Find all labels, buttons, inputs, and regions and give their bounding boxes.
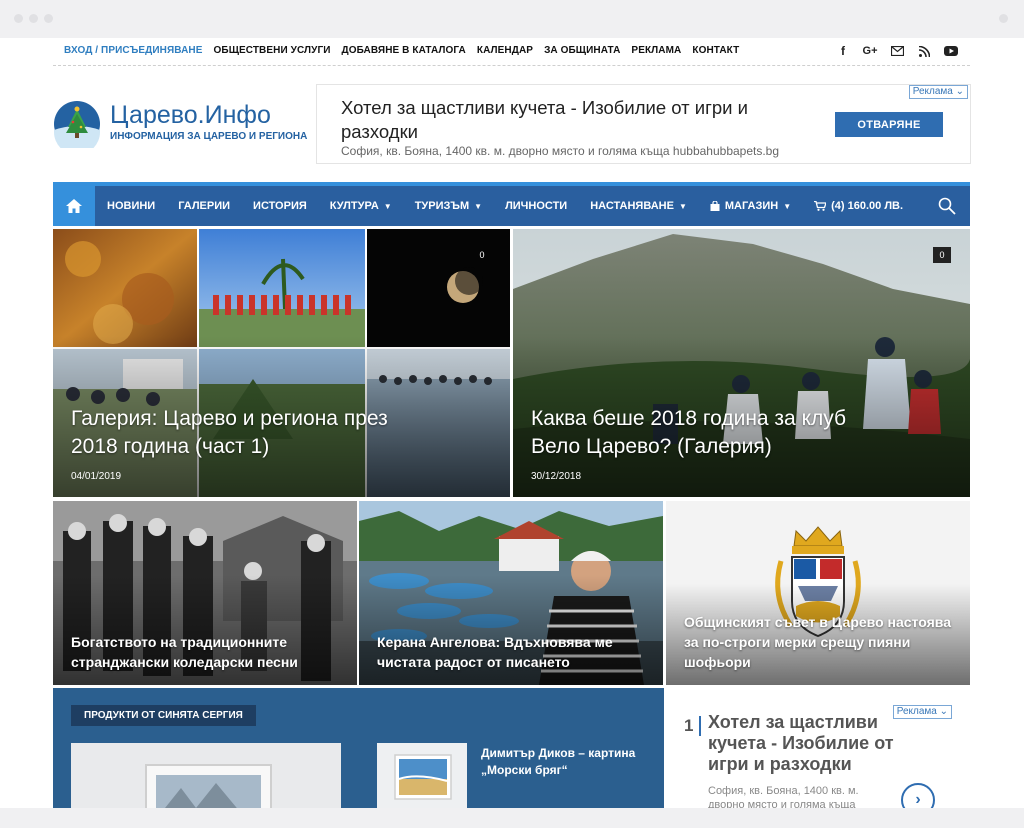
nav-item-tourism[interactable]: ТУРИЗЪМ ▼ — [415, 200, 482, 212]
search-icon[interactable] — [938, 197, 956, 215]
article-headline[interactable]: Галерия: Царево и региона през 2018 годи… — [71, 405, 401, 461]
login-link[interactable]: ВХОД / ПРИСЪЕДИНЯВАНЕ — [64, 45, 203, 56]
ad-description: София, кв. Бояна, 1400 кв. м. дворно мяс… — [341, 144, 780, 158]
advertising-link[interactable]: РЕКЛАМА — [631, 45, 681, 56]
product-title[interactable]: Димитър Диков – картина „Морски бряг“ — [481, 745, 657, 779]
nav-item-news[interactable]: НОВИНИ — [107, 200, 155, 212]
nav-item-label: КУЛТУРА — [329, 200, 379, 212]
window-dot — [999, 14, 1008, 23]
sea-shore-painting-image — [377, 743, 467, 808]
site-brand-name: Царево.Инфо — [110, 101, 271, 129]
ad-title[interactable]: Хотел за щастливи кучета - Изобилие от и… — [708, 712, 908, 775]
ad-choice-badge[interactable]: Реклама ⌄ — [908, 85, 968, 99]
calendar-link[interactable]: КАЛЕНДАР — [477, 45, 533, 56]
about-municipality-link[interactable]: ЗА ОБЩИНАТА — [544, 45, 620, 56]
article-date: 04/01/2019 — [71, 471, 122, 482]
article-kerana-angelova[interactable]: Керана Ангелова: Вдъхновява ме чистата р… — [359, 501, 663, 685]
article-municipal-council[interactable]: Общинският съвет в Царево настоява за по… — [666, 501, 970, 685]
rss-icon[interactable] — [917, 44, 931, 58]
sidebar-advertisement[interactable]: Реклама ⌄ 1 Хотел за щастливи кучета - И… — [666, 688, 970, 817]
top-utility-bar: ВХОД / ПРИСЪЕДИНЯВАНЕ ОБЩЕСТВЕНИ УСЛУГИ … — [53, 38, 970, 66]
ad-number: 1 — [684, 716, 694, 735]
painting-frame-image — [71, 743, 341, 808]
facebook-icon[interactable]: f — [836, 44, 850, 58]
nav-item-shop[interactable]: МАГАЗИН ▼ — [710, 200, 791, 212]
nav-item-accommodation[interactable]: НАСТАНЯВАНЕ ▼ — [590, 200, 687, 212]
comment-count-badge[interactable]: 0 — [933, 247, 951, 263]
logo-emblem-icon — [54, 101, 100, 148]
product-thumbnail[interactable] — [71, 743, 341, 808]
top-advertisement[interactable]: Реклама ⌄ Хотел за щастливи кучета - Изо… — [316, 84, 971, 164]
article-headline[interactable]: Каква беше 2018 година за клуб Вело Царе… — [531, 405, 861, 461]
article-date: 30/12/2018 — [531, 471, 582, 482]
cart-total: (4) 160.00 ЛВ. — [831, 200, 904, 212]
nav-item-label: ТУРИЗЪМ — [414, 200, 470, 212]
product-thumbnail[interactable] — [377, 743, 467, 808]
featured-article-gallery-2018[interactable]: 0 Галерия: Царево и региона през 2018 го… — [53, 229, 510, 497]
browser-bottom-bar — [0, 808, 1024, 828]
nav-item-label: ЛИЧНОСТИ — [505, 200, 568, 212]
site-logo[interactable]: Царево.Инфо ИНФОРМАЦИЯ ЗА ЦАРЕВО И РЕГИО… — [53, 100, 307, 150]
comment-count-badge[interactable]: 0 — [473, 247, 491, 263]
main-navigation: НОВИНИ ГАЛЕРИИ ИСТОРИЯ КУЛТУРА ▼ ТУРИЗЪМ ▼… — [53, 182, 970, 226]
contact-link[interactable]: КОНТАКТ — [692, 45, 739, 56]
chevron-down-icon: ▼ — [678, 201, 687, 211]
shopping-cart-icon — [814, 201, 827, 211]
nav-item-culture[interactable]: КУЛТУРА ▼ — [330, 200, 392, 212]
nav-item-personalities[interactable]: ЛИЧНОСТИ — [505, 200, 567, 212]
mail-icon[interactable] — [890, 44, 904, 58]
nav-item-label: НОВИНИ — [107, 200, 156, 212]
youtube-icon[interactable] — [944, 44, 958, 58]
ad-title[interactable]: Хотел за щастливи кучета - Изобилие от и… — [341, 96, 811, 144]
public-services-link[interactable]: ОБЩЕСТВЕНИ УСЛУГИ — [214, 45, 331, 56]
shopping-bag-icon — [710, 201, 720, 211]
section-label: ПРОДУКТИ ОТ СИНЯТА СЕРГИЯ — [71, 705, 256, 726]
home-button[interactable] — [53, 186, 95, 226]
site-tagline: ИНФОРМАЦИЯ ЗА ЦАРЕВО И РЕГИОНА — [110, 131, 308, 142]
ad-number-divider — [699, 716, 701, 736]
ad-open-button[interactable]: ОТВАРЯНЕ — [835, 112, 943, 137]
article-headline[interactable]: Богатството на традиционните странджанск… — [71, 632, 341, 672]
article-carol-songs[interactable]: Богатството на традиционните странджанск… — [53, 501, 357, 685]
google-plus-icon[interactable]: G+ — [863, 44, 878, 58]
nav-item-history[interactable]: ИСТОРИЯ — [253, 200, 307, 212]
nav-item-label: ГАЛЕРИИ — [178, 200, 231, 212]
nav-item-label: ИСТОРИЯ — [253, 200, 307, 212]
nav-item-label: МАГАЗИН — [724, 200, 779, 212]
window-dot — [44, 14, 53, 23]
add-to-catalog-link[interactable]: ДОБАВЯНЕ В КАТАЛОГА — [342, 45, 466, 56]
article-headline[interactable]: Общинският съвет в Царево настоява за по… — [684, 612, 954, 672]
window-dot — [14, 14, 23, 23]
article-headline[interactable]: Керана Ангелова: Вдъхновява ме чистата р… — [377, 632, 647, 672]
chevron-down-icon: ▼ — [383, 201, 392, 211]
featured-article-velo-club[interactable]: 0 Каква беше 2018 година за клуб Вело Ца… — [513, 229, 970, 497]
chevron-down-icon: ▼ — [474, 201, 483, 211]
nav-item-galleries[interactable]: ГАЛЕРИИ — [178, 200, 230, 212]
browser-top-bar — [0, 0, 1024, 38]
nav-item-cart[interactable]: (4) 160.00 ЛВ. — [814, 200, 903, 212]
chevron-down-icon: ▼ — [783, 201, 792, 211]
blue-stall-products-section: ПРОДУКТИ ОТ СИНЯТА СЕРГИЯ Димитър Диков … — [53, 688, 664, 808]
nav-item-label: НАСТАНЯВАНЕ — [590, 200, 674, 212]
home-icon — [66, 199, 82, 213]
window-dot — [29, 14, 38, 23]
